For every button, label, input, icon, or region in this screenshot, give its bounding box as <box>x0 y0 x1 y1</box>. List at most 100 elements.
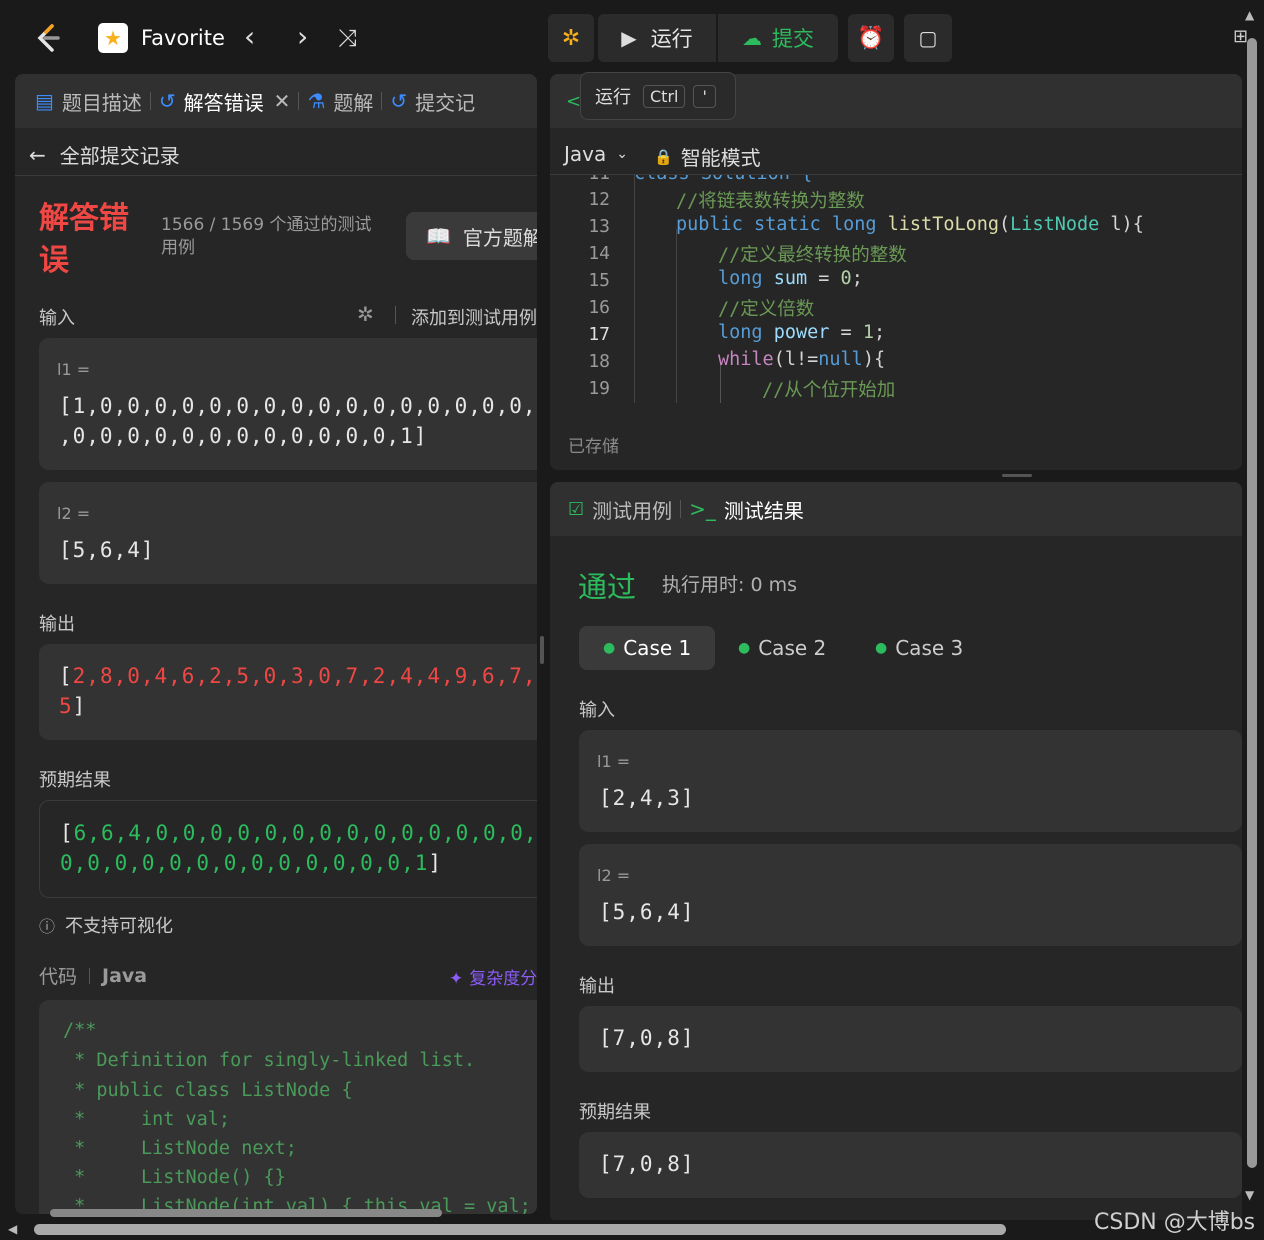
tab-testcases[interactable]: ☑ 测试用例 <box>568 495 672 524</box>
expected-line1: 6,6,4,0,0,0,0,0,0,0,0,0,0,0,0,0,0,0,0, <box>73 821 537 845</box>
code-line: * ListNode next; <box>63 1138 297 1159</box>
status-title-line2: 误 <box>39 243 69 278</box>
end: ){ <box>862 349 886 370</box>
result-output-value: [7,0,8] <box>599 1026 695 1050</box>
tab-results[interactable]: >_ 测试结果 <box>689 495 804 524</box>
result-l1-label: l1 = <box>597 752 631 771</box>
left-panel: ▤ 题目描述 ↺ 解答错误 ✕ ⚗ 题解 ↺ 提交记 ← 全部提交记录 解答错 误 156… <box>15 74 537 1214</box>
back-label: 全部提交记录 <box>59 144 180 168</box>
output-label: 输出 <box>39 614 75 635</box>
history-icon: ↺ <box>158 89 176 113</box>
output-value-line1: [2,8,0,4,6,2,5,0,3,0,7,2,4,4,9,6,7,0, <box>59 664 537 688</box>
back-to-submissions[interactable]: ← 全部提交记录 <box>29 140 180 169</box>
input-label: 输入 <box>39 308 75 329</box>
smart-mode[interactable]: 🔒 智能模式 <box>654 142 761 171</box>
next-icon[interactable]: › <box>297 20 308 53</box>
chevron-down-icon: ⌄ <box>616 146 628 162</box>
results-tabbar: ☑ 测试用例 >_ 测试结果 <box>550 482 1242 536</box>
scrollbar-thumb[interactable] <box>34 1224 1006 1235</box>
line-number: 11 <box>570 175 610 184</box>
status-title: 解答错 误 <box>39 198 129 282</box>
leetcode-logo-icon[interactable] <box>32 22 64 54</box>
var: power <box>773 322 830 343</box>
run-label: 运行 <box>650 27 693 51</box>
divider <box>395 306 396 324</box>
scroll-down-icon[interactable]: ▼ <box>1245 1188 1254 1202</box>
scrollbar-thumb[interactable] <box>1247 38 1257 1168</box>
no-visualization-label: 不支持可视化 <box>65 916 174 937</box>
indent-guide <box>676 229 677 403</box>
l2-value: [5,6,4] <box>59 538 155 562</box>
smart-mode-label: 智能模式 <box>680 146 761 170</box>
code-line-18: while(l!=null){ <box>718 349 885 370</box>
vertical-scrollbar[interactable]: ▲ ▼ <box>1244 8 1260 1208</box>
result-l1-box: l1 = [2,4,3] <box>579 730 1242 832</box>
num: 0 <box>840 268 852 289</box>
scroll-left-icon[interactable]: ◀ <box>8 1222 17 1236</box>
complexity-analysis-link[interactable]: ✦复杂度分析 <box>449 964 537 989</box>
favorite-label[interactable]: Favorite <box>141 26 225 50</box>
lang-select[interactable]: Java ⌄ <box>564 142 628 166</box>
status-title-line1: 解答错 <box>39 201 129 236</box>
scroll-up-icon[interactable]: ▲ <box>1245 8 1254 22</box>
scrollbar-thumb[interactable] <box>50 1209 442 1217</box>
case-tab-2[interactable]: ● Case 2 <box>714 626 850 670</box>
editor-panel: </> 代码 Java⌄ 🔒智能模式 class Solution { 11 1… <box>550 74 1242 470</box>
doc-icon: ▤ <box>35 89 54 113</box>
checkbox-icon: ☑ <box>568 498 585 520</box>
l1-value-line2: ,0,0,0,0,0,0,0,0,0,0,0,0,1] <box>59 424 428 448</box>
code-line-17: long power = 1; <box>718 322 886 343</box>
line-number: 14 <box>588 243 610 264</box>
passed-count-line2: 用例 <box>161 238 195 258</box>
l1-label: l1 = <box>57 360 91 379</box>
tab-wrong-answer[interactable]: ↺ 解答错误 ✕ <box>159 87 291 116</box>
l1-value-line1: [1,0,0,0,0,0,0,0,0,0,0,0,0,0,0,0,0,0,0,0 <box>59 394 537 418</box>
tab-divider <box>149 92 151 110</box>
tab-divider <box>298 92 300 110</box>
tab-divider <box>381 92 383 110</box>
null: null <box>818 349 863 370</box>
panel-splitter[interactable] <box>540 636 544 664</box>
kw: static <box>753 214 821 235</box>
line-number: 15 <box>588 270 610 291</box>
tab-description[interactable]: ▤ 题目描述 <box>35 87 142 116</box>
divider <box>89 967 91 984</box>
shuffle-icon[interactable]: ⤨ <box>338 24 357 52</box>
expected-line2: 0,0,0,0,0,0,0,0,0,0,0,0,0,1 <box>60 851 429 875</box>
notes-button[interactable]: ▢ <box>904 14 952 62</box>
line-number: 12 <box>588 189 610 210</box>
add-to-testcases-link[interactable]: 添加到测试用例 <box>411 304 537 330</box>
watermark: CSDN @大博bs <box>1094 1210 1256 1235</box>
panel-splitter-horizontal[interactable] <box>1002 474 1032 477</box>
tab-divider <box>680 500 682 518</box>
code-lang: Java <box>102 964 148 987</box>
tab-submissions[interactable]: ↺ 提交记 <box>390 87 475 116</box>
left-tabbar: ▤ 题目描述 ↺ 解答错误 ✕ ⚗ 题解 ↺ 提交记 <box>15 74 537 128</box>
debug-button[interactable]: ✲ <box>548 14 594 62</box>
left-horizontal-scrollbar[interactable] <box>30 1208 530 1218</box>
case-tab-3[interactable]: ● Case 3 <box>851 626 987 670</box>
debug-icon[interactable]: ✲ <box>357 302 374 326</box>
close-icon[interactable]: ✕ <box>274 89 291 113</box>
fn: listToLong <box>887 214 1000 235</box>
alarm-button[interactable]: ⏰ <box>848 14 894 62</box>
expected-label: 预期结果 <box>39 770 111 791</box>
run-button[interactable]: ▶ 运行 <box>598 14 716 62</box>
prev-icon[interactable]: ‹ <box>244 20 255 53</box>
result-expected-label: 预期结果 <box>579 1102 651 1123</box>
expected-value-line1: [6,6,4,0,0,0,0,0,0,0,0,0,0,0,0,0,0,0,0, <box>60 821 537 845</box>
mid: (l!= <box>773 349 819 370</box>
result-expected-value: [7,0,8] <box>599 1152 695 1176</box>
horizontal-scrollbar[interactable]: ◀ <box>0 1220 1264 1240</box>
submit-button[interactable]: ☁ 提交 <box>718 14 838 62</box>
official-solution-button[interactable]: 📖 官方题解 <box>406 212 537 260</box>
case-tab-1[interactable]: ● Case 1 <box>579 626 716 670</box>
divider <box>15 175 537 176</box>
result-l2-box: l2 = [5,6,4] <box>579 844 1242 946</box>
tab-solutions[interactable]: ⚗ 题解 <box>307 87 373 116</box>
code-editor[interactable]: class Solution { 11 12 13 14 15 16 17 18… <box>550 175 1242 407</box>
pass-dot-icon: ● <box>738 640 751 656</box>
code-header: 代码 Java <box>39 962 147 989</box>
var: sum <box>773 268 808 289</box>
favorite-star-icon[interactable]: ★ <box>98 23 128 53</box>
